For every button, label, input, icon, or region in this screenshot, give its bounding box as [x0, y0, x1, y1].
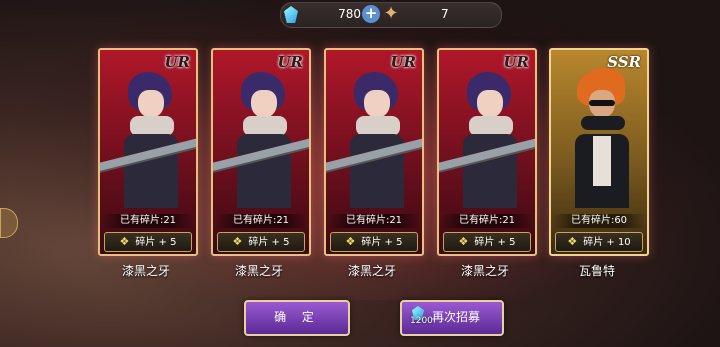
- card-name: 漆黑之牙: [121, 264, 170, 278]
- add-gems-button[interactable]: +: [362, 5, 380, 23]
- gem-icon: [284, 6, 298, 23]
- recruit-again-label: 再次招募: [432, 310, 481, 324]
- owned-shards: 已有碎片:60: [553, 214, 645, 228]
- owned-shards: 已有碎片:21: [328, 214, 420, 228]
- rarity-badge: UR: [277, 53, 303, 71]
- card-name: 漆黑之牙: [347, 264, 396, 278]
- shard-gain-label: 碎片 + 5: [474, 237, 516, 248]
- result-card[interactable]: UR 已有碎片:21 ❖ 碎片 + 5: [437, 48, 537, 256]
- shard-gain-label: 碎片 + 10: [583, 237, 631, 248]
- shard-icon: ❖: [119, 235, 130, 248]
- card-frame: UR 已有碎片:21 ❖ 碎片 + 5: [98, 48, 198, 256]
- result-card[interactable]: UR 已有碎片:21 ❖ 碎片 + 5: [211, 48, 311, 256]
- currency-bar: 780 + ✦ 7: [280, 2, 502, 28]
- result-card[interactable]: SSR 已有碎片:60 ❖ 碎片 + 10: [549, 48, 649, 256]
- ticket-icon: ✦: [383, 3, 399, 24]
- shard-gain: ❖ 碎片 + 10: [555, 232, 643, 252]
- recruit-again-button[interactable]: 1200 再次招募: [400, 300, 504, 336]
- shard-gain: ❖ 碎片 + 5: [217, 232, 305, 252]
- shard-icon: ❖: [567, 235, 578, 248]
- result-card[interactable]: UR 已有碎片:21 ❖ 碎片 + 5: [98, 48, 198, 256]
- card-name: 漆黑之牙: [234, 264, 283, 278]
- shard-icon: ❖: [232, 235, 243, 248]
- card-frame: UR 已有碎片:21 ❖ 碎片 + 5: [437, 48, 537, 256]
- shard-icon: ❖: [458, 235, 469, 248]
- card-frame: SSR 已有碎片:60 ❖ 碎片 + 10: [549, 48, 649, 256]
- rarity-badge: UR: [164, 53, 190, 71]
- rarity-badge: UR: [390, 53, 416, 71]
- shard-gain: ❖ 碎片 + 5: [104, 232, 192, 252]
- character-portrait: [100, 50, 196, 210]
- owned-shards: 已有碎片:21: [215, 214, 307, 228]
- character-portrait: [326, 50, 422, 210]
- owned-shards: 已有碎片:21: [441, 214, 533, 228]
- shard-gain-label: 碎片 + 5: [135, 237, 177, 248]
- card-frame: UR 已有碎片:21 ❖ 碎片 + 5: [211, 48, 311, 256]
- result-card[interactable]: UR 已有碎片:21 ❖ 碎片 + 5: [324, 48, 424, 256]
- shard-gain-label: 碎片 + 5: [361, 237, 403, 248]
- shard-gain: ❖ 碎片 + 5: [330, 232, 418, 252]
- character-portrait: [439, 50, 535, 210]
- shard-icon: ❖: [345, 235, 356, 248]
- character-portrait: [213, 50, 309, 210]
- card-name: 漆黑之牙: [460, 264, 509, 278]
- shard-gain: ❖ 碎片 + 5: [443, 232, 531, 252]
- card-name: 瓦鲁特: [578, 264, 615, 278]
- owned-shards: 已有碎片:21: [102, 214, 194, 228]
- rarity-badge: UR: [503, 53, 529, 71]
- gem-count: 780: [338, 7, 361, 21]
- confirm-button[interactable]: 确 定: [244, 300, 350, 336]
- recruit-cost: 1200: [410, 316, 433, 326]
- ticket-count: 7: [441, 7, 449, 21]
- shard-gain-label: 碎片 + 5: [248, 237, 290, 248]
- rarity-badge: SSR: [607, 53, 641, 71]
- card-frame: UR 已有碎片:21 ❖ 碎片 + 5: [324, 48, 424, 256]
- side-tab[interactable]: [0, 208, 18, 238]
- character-portrait: [551, 50, 647, 210]
